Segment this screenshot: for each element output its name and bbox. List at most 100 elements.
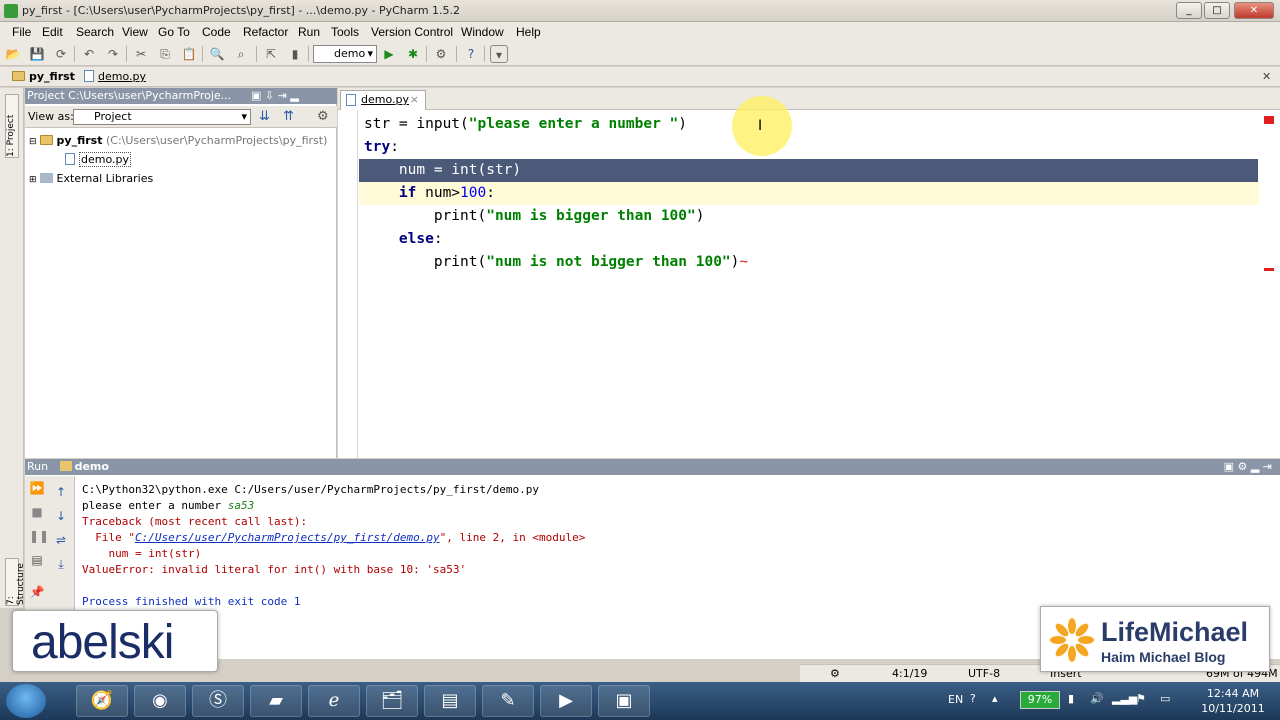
menu-refactor[interactable]: Refactor xyxy=(243,25,288,39)
scroll-from-source-icon[interactable]: ⇊ xyxy=(259,109,270,124)
project-panel: Project C:\Users\user\PycharmProje... ▣ … xyxy=(25,88,337,458)
find-icon[interactable]: 🔍 xyxy=(208,45,226,63)
tree-item-external-libraries[interactable]: ⊞ External Libraries xyxy=(29,172,153,185)
volume-icon[interactable]: 🔊 xyxy=(1090,692,1104,705)
menu-view[interactable]: View xyxy=(122,25,148,39)
collapse-all-icon[interactable]: ⇈ xyxy=(283,109,294,124)
run-icon[interactable]: ▶ xyxy=(380,45,398,63)
taskbar-ie-icon[interactable]: ℯ xyxy=(308,685,360,717)
help-icon[interactable]: ? xyxy=(462,45,480,63)
taskbar-explorer-icon[interactable]: 🗂 xyxy=(366,685,418,717)
error-stripe-mark[interactable] xyxy=(1264,268,1274,271)
taskbar-media-icon[interactable]: ▶ xyxy=(540,685,592,717)
taskbar-pdf-icon[interactable]: ▤ xyxy=(424,685,476,717)
settings-icon[interactable]: ⚙ xyxy=(432,45,450,63)
cursor-position[interactable]: 4:1/19 xyxy=(892,667,927,680)
expand-icon[interactable]: ⊞ xyxy=(29,175,37,185)
open-folder-icon[interactable]: 📂 xyxy=(4,45,22,63)
forward-icon[interactable]: ▮ xyxy=(286,45,304,63)
panel-options-icon[interactable]: ▣ ⇩ ⇥ ▂ xyxy=(251,89,299,102)
file-encoding[interactable]: UTF-8 xyxy=(968,667,1000,680)
code-line-1[interactable]: str = input("please enter a number ") xyxy=(359,113,1259,136)
menu-goto[interactable]: Go To xyxy=(158,25,190,39)
traceback-file-link[interactable]: C:/Users/user/PycharmProjects/py_first/d… xyxy=(135,531,440,544)
gear-icon[interactable]: ⚙ xyxy=(317,109,329,124)
error-stripe-status-icon[interactable] xyxy=(1264,116,1274,124)
menu-code[interactable]: Code xyxy=(202,25,231,39)
structure-tool-tab[interactable]: 7: Structure xyxy=(5,558,26,606)
maximize-button[interactable]: □ xyxy=(1204,2,1230,19)
back-icon[interactable]: ⇱ xyxy=(262,45,280,63)
console-line-prompt: please enter a number sa53 xyxy=(82,499,255,512)
code-line-3-selected[interactable]: num = int(str) xyxy=(359,159,1258,182)
menu-file[interactable]: File xyxy=(12,25,31,39)
restore-layout-icon[interactable]: ▤ xyxy=(29,552,45,568)
menu-run[interactable]: Run xyxy=(298,25,320,39)
run-configuration-select[interactable]: demo ▾ xyxy=(313,45,377,63)
language-indicator[interactable]: EN xyxy=(948,693,963,706)
start-button[interactable] xyxy=(6,684,46,718)
dropdown-icon[interactable]: ▾ xyxy=(490,45,508,63)
close-tab-icon[interactable]: × xyxy=(410,91,419,109)
status-settings-icon[interactable]: ⚙ xyxy=(830,667,840,680)
taskbar-chrome-icon[interactable]: ◉ xyxy=(134,685,186,717)
scroll-up-icon[interactable]: ↑ xyxy=(53,484,69,500)
save-icon[interactable]: 💾 xyxy=(28,45,46,63)
close-nav-icon[interactable]: ✕ xyxy=(1262,70,1271,83)
editor-tab-demo-py[interactable]: demo.py × xyxy=(340,90,426,110)
scroll-to-end-icon[interactable]: ⤓ xyxy=(53,556,69,572)
menu-version-control[interactable]: Version Control xyxy=(371,25,453,39)
minimize-button[interactable]: _ xyxy=(1176,2,1202,19)
replace-icon[interactable]: ⌕ xyxy=(232,45,250,63)
code-line-2[interactable]: try: xyxy=(359,136,1259,159)
breadcrumb-project[interactable]: py_first xyxy=(12,70,75,83)
code-line-7[interactable]: print("num is not bigger than 100")~ xyxy=(359,251,1259,274)
rerun-icon[interactable]: ⏩ xyxy=(29,480,45,496)
cut-icon[interactable]: ✂ xyxy=(132,45,150,63)
soft-wrap-icon[interactable]: ⇌ xyxy=(53,532,69,548)
stop-icon[interactable]: ■ xyxy=(29,504,45,520)
code-line-4[interactable]: if num>100: xyxy=(359,182,1259,205)
help-icon[interactable]: ? xyxy=(970,692,976,705)
close-button[interactable]: ✕ xyxy=(1234,2,1274,19)
clock[interactable]: 12:44 AM 10/11/2011 xyxy=(1198,686,1268,716)
breadcrumb-file[interactable]: demo.py xyxy=(84,70,146,83)
view-as-select[interactable]: Project ▾ xyxy=(73,109,251,125)
menu-search[interactable]: Search xyxy=(76,25,114,39)
menu-help[interactable]: Help xyxy=(516,25,541,39)
collapse-icon[interactable]: ⊟ xyxy=(29,137,37,147)
code-line-6[interactable]: else: xyxy=(359,228,1259,251)
pause-icon[interactable]: ❚❚ xyxy=(29,528,49,544)
debug-icon[interactable]: ✱ xyxy=(404,45,422,63)
menu-tools[interactable]: Tools xyxy=(331,25,359,39)
taskbar-app-icon[interactable]: ▰ xyxy=(250,685,302,717)
redo-icon[interactable]: ↷ xyxy=(104,45,122,63)
console-line-exit: Process finished with exit code 1 xyxy=(82,595,301,608)
tray-arrow-icon[interactable]: ▴ xyxy=(992,692,998,705)
taskbar-pycharm-icon[interactable]: ✎ xyxy=(482,685,534,717)
flag-icon[interactable]: ⚑ xyxy=(1136,692,1146,705)
menu-window[interactable]: Window xyxy=(461,25,504,39)
taskbar-skype-icon[interactable]: Ⓢ xyxy=(192,685,244,717)
display-icon[interactable]: ▭ xyxy=(1160,692,1170,705)
paste-icon[interactable]: 📋 xyxy=(180,45,198,63)
undo-icon[interactable]: ↶ xyxy=(80,45,98,63)
pin-icon[interactable]: 📌 xyxy=(29,584,45,600)
panel-options-icon[interactable]: ▣ ⚙ ▂ ⇥ xyxy=(1224,459,1272,475)
network-icon[interactable]: ▂▃▅ xyxy=(1112,692,1137,705)
clock-time: 12:44 AM xyxy=(1206,687,1260,700)
battery-indicator[interactable]: 97% xyxy=(1020,691,1060,709)
code-line-5[interactable]: print("num is bigger than 100") xyxy=(359,205,1259,228)
tree-item-demo-py[interactable]: demo.py xyxy=(65,152,131,167)
copy-icon[interactable]: ⎘ xyxy=(156,45,174,63)
project-tool-tab[interactable]: 1: Project xyxy=(5,94,19,158)
taskbar-safari-icon[interactable]: 🧭 xyxy=(76,685,128,717)
tree-item-py-first[interactable]: ⊟ py_first (C:\Users\user\PycharmProjects… xyxy=(29,134,327,147)
power-icon[interactable]: ▮ xyxy=(1068,692,1074,705)
taskbar-window-icon[interactable]: ▣ xyxy=(598,685,650,717)
scroll-down-icon[interactable]: ↓ xyxy=(53,508,69,524)
menu-edit[interactable]: Edit xyxy=(42,25,63,39)
sync-icon[interactable]: ⟳ xyxy=(52,45,70,63)
code-editor[interactable]: str = input("please enter a number ") tr… xyxy=(359,110,1259,458)
left-tool-strip: 1: Project 7: Structure xyxy=(0,88,26,608)
